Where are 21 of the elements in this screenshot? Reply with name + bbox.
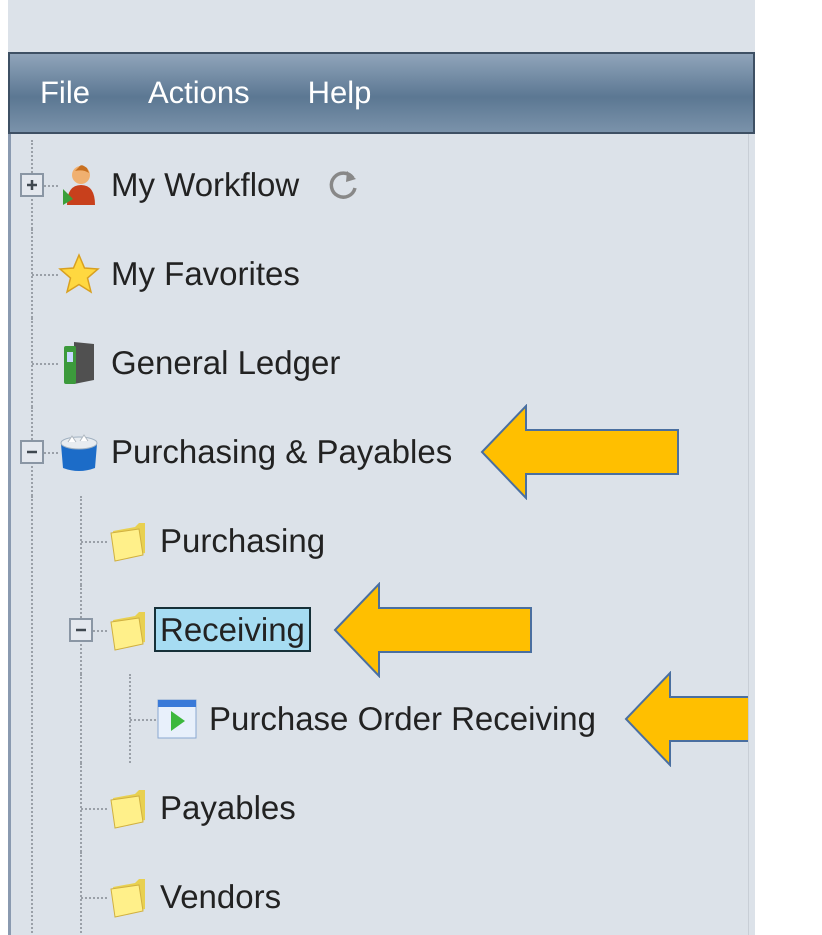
binder-icon: [62, 340, 96, 386]
expand-button[interactable]: [20, 172, 44, 196]
tree-item[interactable]: General Ledger: [105, 340, 346, 386]
form-play-icon: [157, 698, 197, 738]
callout-arrow-icon: [332, 582, 533, 678]
tree-item[interactable]: Purchasing & Payables: [105, 428, 458, 474]
tree-item[interactable]: My Workflow: [105, 162, 306, 208]
tree-item[interactable]: Vendors: [154, 874, 288, 920]
tree-item[interactable]: Receiving: [154, 606, 311, 652]
menu-item[interactable]: Help: [308, 70, 372, 116]
collapse-button[interactable]: [69, 618, 93, 642]
tree-item[interactable]: Purchase Order Receiving: [203, 696, 602, 742]
tree-item[interactable]: Purchasing: [154, 518, 332, 564]
tree-item[interactable]: My Favorites: [105, 250, 306, 296]
plus-icon: [25, 178, 39, 192]
tree-item[interactable]: Payables: [154, 784, 302, 830]
collapse-button[interactable]: [20, 440, 44, 464]
menu-item[interactable]: Actions: [148, 70, 250, 116]
star-icon: [57, 252, 101, 296]
menu-item[interactable]: File: [40, 70, 90, 116]
callout-arrow-icon: [480, 404, 680, 500]
